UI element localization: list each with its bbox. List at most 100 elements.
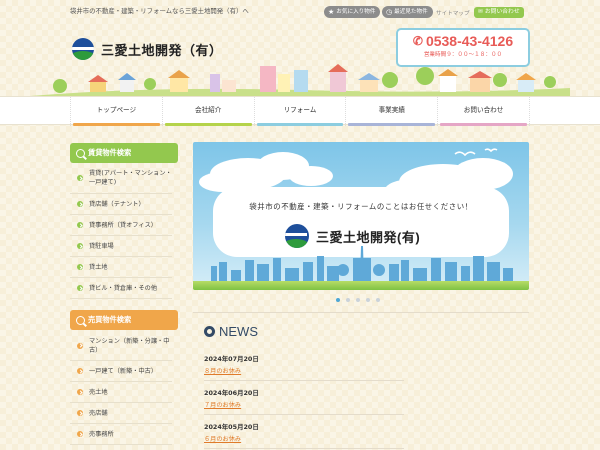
list-item[interactable]: 貸土地 xyxy=(70,257,172,278)
mail-icon: ✉ xyxy=(478,9,483,15)
chevron-right-icon xyxy=(77,175,83,181)
chevron-right-icon xyxy=(77,264,83,270)
nav-label: 会社紹介 xyxy=(195,106,222,114)
chevron-right-icon xyxy=(77,389,83,395)
list-item[interactable]: 貸事務所（貸オフィス） xyxy=(70,215,172,236)
slider-dot-3[interactable] xyxy=(356,298,360,302)
site-logo[interactable]: 三愛土地開発（有） xyxy=(72,38,223,60)
nav-accent-bar xyxy=(440,123,527,126)
list-item[interactable]: 売店舗 xyxy=(70,403,172,424)
nav-label: 事業実績 xyxy=(378,106,405,114)
nav-label: トップページ xyxy=(96,106,137,114)
clock-icon: ◷ xyxy=(386,8,393,16)
nav-accent-bar xyxy=(256,123,344,126)
hero-grass xyxy=(193,281,529,290)
slider-dot-2[interactable] xyxy=(346,298,350,302)
list-item[interactable]: 売事務所 xyxy=(70,424,172,445)
nav-accent-bar xyxy=(164,123,252,126)
site-tagline: 袋井市の不動産・建築・リフォームなら三愛土地開発（有）へ xyxy=(70,7,249,15)
phone-number[interactable]: ✆ 0538-43-4126 xyxy=(398,33,528,49)
chevron-right-icon xyxy=(77,431,83,437)
news-link[interactable]: ６月のお休み xyxy=(204,434,241,443)
chevron-right-icon xyxy=(77,201,83,207)
news-item: 2024年07月20日 ８月のお休み xyxy=(204,347,404,381)
nav-projects[interactable]: 事業実績 xyxy=(345,97,437,126)
news-item: 2024年06月20日 ７月のお休み xyxy=(204,381,404,415)
nav-accent-bar xyxy=(73,123,160,126)
chevron-right-icon xyxy=(77,285,83,291)
recent-button[interactable]: ◷ 最近見た物件 xyxy=(382,6,433,18)
chevron-right-icon xyxy=(77,342,83,349)
chevron-right-icon xyxy=(77,222,83,228)
list-item-label: 売事務所 xyxy=(89,430,114,438)
news-date: 2024年07月20日 xyxy=(204,355,259,363)
list-item-label: 賃貸(アパート・マンション・一戸建て) xyxy=(89,170,172,186)
news-list: 2024年07月20日 ８月のお休み 2024年06月20日 ７月のお休み 20… xyxy=(204,347,404,449)
favorites-label: お気に入り物件 xyxy=(336,9,376,15)
nav-label: リフォーム xyxy=(283,106,317,114)
nav-contact[interactable]: お問い合わせ xyxy=(437,97,530,126)
rental-search-heading: 賃貸物件検索 xyxy=(70,143,178,163)
recent-label: 最近見た物件 xyxy=(394,9,428,15)
news-link[interactable]: ７月のお休み xyxy=(204,400,241,409)
nav-top[interactable]: トップページ xyxy=(70,97,162,126)
list-item[interactable]: 一戸建て（新築・中古） xyxy=(70,361,172,382)
logo-emblem-icon xyxy=(72,38,94,60)
town-illustration xyxy=(30,64,570,96)
news-link[interactable]: ８月のお休み xyxy=(204,366,241,375)
global-nav: トップページ 会社紹介 リフォーム 事業実績 お問い合わせ xyxy=(0,96,600,126)
list-item[interactable]: 貸店舗（テナント） xyxy=(70,194,172,215)
news-heading: NEWS xyxy=(204,324,258,339)
nav-accent-bar xyxy=(348,123,436,126)
sale-list: マンション（新築・分譲・中古） 一戸建て（新築・中古） 売土地 売店舗 売事務所 xyxy=(70,331,172,445)
rental-search-title: 賃貸物件検索 xyxy=(88,148,132,157)
list-item-label: 貸店舗（テナント） xyxy=(89,200,145,208)
sitemap-link[interactable]: サイトマップ xyxy=(436,9,470,17)
nav-label: お問い合わせ xyxy=(463,106,504,114)
slider-dot-1[interactable] xyxy=(336,298,340,302)
list-item[interactable]: 貸駐車場 xyxy=(70,236,172,257)
phone-icon: ✆ xyxy=(412,34,423,48)
sale-search-heading: 売買物件検索 xyxy=(70,310,178,330)
hero-company-name: 三愛土地開発(有) xyxy=(316,229,421,245)
list-item-label: マンション（新築・分譲・中古） xyxy=(89,337,170,354)
ring-icon xyxy=(204,326,215,337)
list-item[interactable]: マンション（新築・分譲・中古） xyxy=(70,331,172,361)
list-item[interactable]: 貸ビル・貸倉庫・その他 xyxy=(70,278,172,299)
nav-items: トップページ 会社紹介 リフォーム 事業実績 お問い合わせ xyxy=(70,97,530,126)
phone-number-text: 0538-43-4126 xyxy=(425,33,514,49)
hero-slider[interactable]: 袋井市の不動産・建築・リフォームのことはお任せください！ 三愛土地開発(有) xyxy=(193,142,529,290)
hero-illustration xyxy=(199,148,513,281)
business-hours: 営業時間９：００～１８：００ xyxy=(423,52,503,58)
sale-search-title: 売買物件検索 xyxy=(88,315,132,324)
rental-list: 賃貸(アパート・マンション・一戸建て) 貸店舗（テナント） 貸事務所（貸オフィス… xyxy=(70,163,172,299)
list-item-label: 一戸建て（新築・中古） xyxy=(89,367,158,375)
list-item-label: 売店舗 xyxy=(89,409,108,417)
nav-company[interactable]: 会社紹介 xyxy=(161,97,254,126)
nav-reform[interactable]: リフォーム xyxy=(253,97,346,126)
list-item[interactable]: 売土地 xyxy=(70,382,172,403)
news-item: 2024年05月20日 ６月のお休み xyxy=(204,415,404,449)
list-item[interactable]: 賃貸(アパート・マンション・一戸建て) xyxy=(70,163,172,194)
hero-message: 袋井市の不動産・建築・リフォームのことはお任せください！ xyxy=(249,202,473,211)
news-date: 2024年05月20日 xyxy=(204,423,259,431)
favorites-button[interactable]: ★ お気に入り物件 xyxy=(324,6,381,18)
slider-pagination xyxy=(336,298,380,302)
top-bar: 袋井市の不動産・建築・リフォームなら三愛土地開発（有）へ ★ お気に入り物件 ◷… xyxy=(0,0,600,22)
search-icon xyxy=(76,315,85,325)
search-icon xyxy=(76,148,85,158)
chevron-right-icon xyxy=(77,243,83,249)
star-icon: ★ xyxy=(328,8,335,16)
contact-button[interactable]: ✉ お問い合わせ xyxy=(474,7,524,18)
list-item-label: 貸ビル・貸倉庫・その他 xyxy=(89,284,158,292)
contact-label: お問い合わせ xyxy=(484,9,520,15)
news-title: NEWS xyxy=(219,324,258,339)
chevron-right-icon xyxy=(77,368,83,374)
divider xyxy=(193,312,529,313)
logo-emblem-icon xyxy=(285,224,309,248)
news-date: 2024年06月20日 xyxy=(204,389,259,397)
list-item-label: 貸駐車場 xyxy=(89,242,114,250)
slider-dot-5[interactable] xyxy=(376,298,380,302)
hero-logo: 三愛土地開発(有) xyxy=(285,224,420,248)
slider-dot-4[interactable] xyxy=(366,298,370,302)
